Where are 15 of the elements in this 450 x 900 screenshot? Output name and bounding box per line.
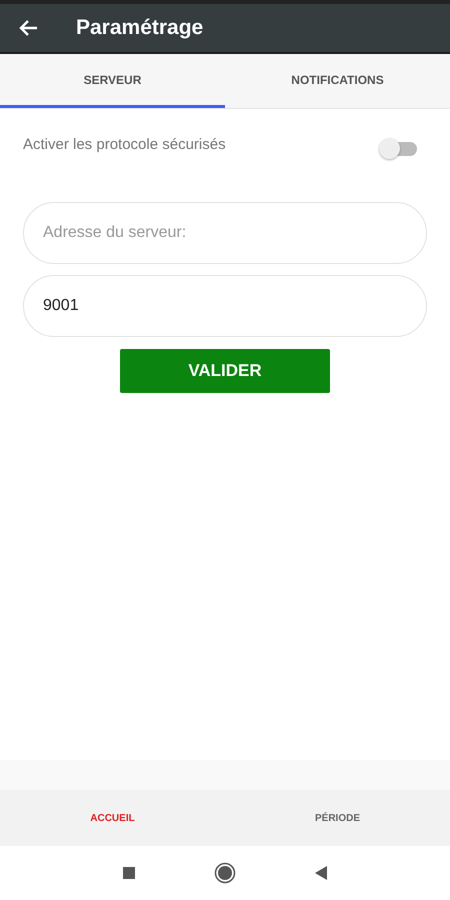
toggle-label: Activer les protocole sécurisés [23,136,226,152]
nav-item[interactable]: PÉRIODE [225,790,450,846]
toggle-switch[interactable] [379,137,417,159]
tab[interactable]: SERVEUR [0,54,225,108]
back-arrow-icon [18,19,38,37]
back-button[interactable] [18,19,38,37]
square-icon[interactable] [122,866,136,880]
triangle-icon[interactable] [314,865,328,881]
nav-item[interactable]: ACCUEIL [0,790,225,846]
tab[interactable]: NOTIFICATIONS [225,54,450,108]
screen-title: Paramétrage [76,16,204,40]
input-field[interactable]: Adresse du serveur: [23,202,427,264]
input-field[interactable]: 9001 [23,275,427,337]
circle-icon[interactable] [214,862,236,884]
validate-button[interactable]: VALIDER [120,349,330,393]
